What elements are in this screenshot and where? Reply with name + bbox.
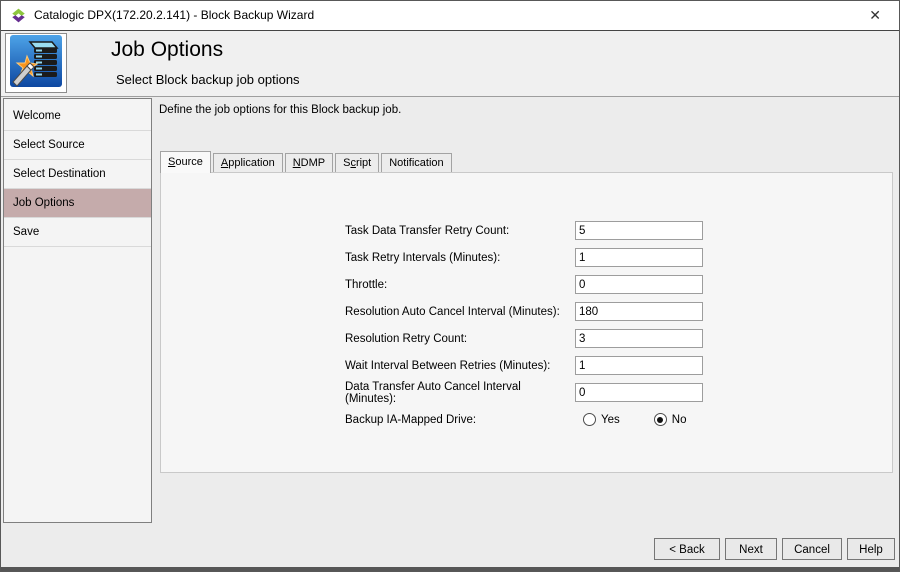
instruction-text: Define the job options for this Block ba…: [159, 104, 401, 116]
page-subtitle: Select Block backup job options: [116, 72, 300, 87]
radio-label-no: No: [672, 414, 687, 426]
wizard-buttons: < BackNextCancelHelp: [654, 538, 895, 560]
form-row-resolution-auto-cancel-interval-minutes: Resolution Auto Cancel Interval (Minutes…: [161, 301, 892, 322]
sidebar-item-job-options[interactable]: Job Options: [4, 189, 151, 218]
wizard-steps: WelcomeSelect SourceSelect DestinationJo…: [3, 98, 152, 523]
cancel-button[interactable]: Cancel: [782, 538, 842, 560]
sidebar-item-save[interactable]: Save: [4, 218, 151, 247]
tab-application[interactable]: Application: [213, 153, 283, 172]
wizard-logo-box: [5, 33, 67, 93]
field-input-resolution-retry-count[interactable]: [575, 329, 703, 348]
title-bar: Catalogic DPX(172.20.2.141) - Block Back…: [1, 1, 899, 31]
tab-source[interactable]: Source: [160, 151, 211, 173]
radio-unselected-icon[interactable]: [583, 413, 596, 426]
field-label-resolution-retry-count: Resolution Retry Count:: [345, 333, 575, 345]
field-label-data-transfer-auto-cancel-interval-minutes: Data Transfer Auto Cancel Interval (Minu…: [345, 381, 575, 405]
field-input-task-retry-intervals-minutes[interactable]: [575, 248, 703, 267]
block-backup-wizard-window: Catalogic DPX(172.20.2.141) - Block Back…: [0, 0, 900, 572]
tab-notification[interactable]: Notification: [381, 153, 451, 172]
form-row-task-retry-intervals-minutes: Task Retry Intervals (Minutes):: [161, 247, 892, 268]
field-input-task-data-transfer-retry-count[interactable]: [575, 221, 703, 240]
next-button[interactable]: Next: [725, 538, 777, 560]
sidebar-item-select-destination[interactable]: Select Destination: [4, 160, 151, 189]
field-label-backup-ia-mapped-drive: Backup IA-Mapped Drive:: [345, 414, 575, 426]
window-title: Catalogic DPX(172.20.2.141) - Block Back…: [34, 1, 314, 30]
field-input-throttle[interactable]: [575, 275, 703, 294]
wizard-header: Job Options Select Block backup job opti…: [1, 31, 899, 97]
field-label-wait-interval-between-retries-minutes: Wait Interval Between Retries (Minutes):: [345, 360, 575, 372]
close-icon[interactable]: ✕: [865, 1, 885, 30]
radio-option-yes[interactable]: Yes: [583, 413, 620, 426]
field-label-task-data-transfer-retry-count: Task Data Transfer Retry Count:: [345, 225, 575, 237]
form-row-data-transfer-auto-cancel-interval-minutes: Data Transfer Auto Cancel Interval (Minu…: [161, 382, 892, 403]
form-row-throttle: Throttle:: [161, 274, 892, 295]
job-options-form: Task Data Transfer Retry Count: Task Retr…: [161, 220, 892, 436]
window-bottom-edge: [1, 567, 900, 572]
tab-script[interactable]: Script: [335, 153, 379, 172]
form-row-task-data-transfer-retry-count: Task Data Transfer Retry Count:: [161, 220, 892, 241]
field-label-throttle: Throttle:: [345, 279, 575, 291]
form-row-wait-interval-between-retries-minutes: Wait Interval Between Retries (Minutes):: [161, 355, 892, 376]
source-tab-panel: Task Data Transfer Retry Count: Task Retr…: [160, 172, 893, 473]
field-input-resolution-auto-cancel-interval-minutes[interactable]: [575, 302, 703, 321]
sidebar-item-welcome[interactable]: Welcome: [4, 102, 151, 131]
block-backup-wizard-icon: [10, 35, 62, 92]
field-input-wait-interval-between-retries-minutes[interactable]: [575, 356, 703, 375]
radio-options: Yes No: [575, 413, 686, 426]
page-title: Job Options: [111, 38, 223, 62]
back-button[interactable]: < Back: [654, 538, 720, 560]
radio-label-yes: Yes: [601, 414, 620, 426]
form-row-resolution-retry-count: Resolution Retry Count:: [161, 328, 892, 349]
field-label-task-retry-intervals-minutes: Task Retry Intervals (Minutes):: [345, 252, 575, 264]
catalogic-logo-icon: [11, 8, 26, 23]
radio-option-no[interactable]: No: [654, 413, 687, 426]
radio-selected-icon[interactable]: [654, 413, 667, 426]
sidebar-item-select-source[interactable]: Select Source: [4, 131, 151, 160]
help-button[interactable]: Help: [847, 538, 895, 560]
form-row-backup-ia-mapped-drive: Backup IA-Mapped Drive: Yes No: [161, 409, 892, 430]
field-input-data-transfer-auto-cancel-interval-minutes[interactable]: [575, 383, 703, 402]
tab-bar: SourceApplicationNDMPScriptNotification: [160, 151, 454, 172]
wizard-body: WelcomeSelect SourceSelect DestinationJo…: [1, 98, 899, 567]
tab-ndmp[interactable]: NDMP: [285, 153, 333, 172]
field-label-resolution-auto-cancel-interval-minutes: Resolution Auto Cancel Interval (Minutes…: [345, 306, 575, 318]
